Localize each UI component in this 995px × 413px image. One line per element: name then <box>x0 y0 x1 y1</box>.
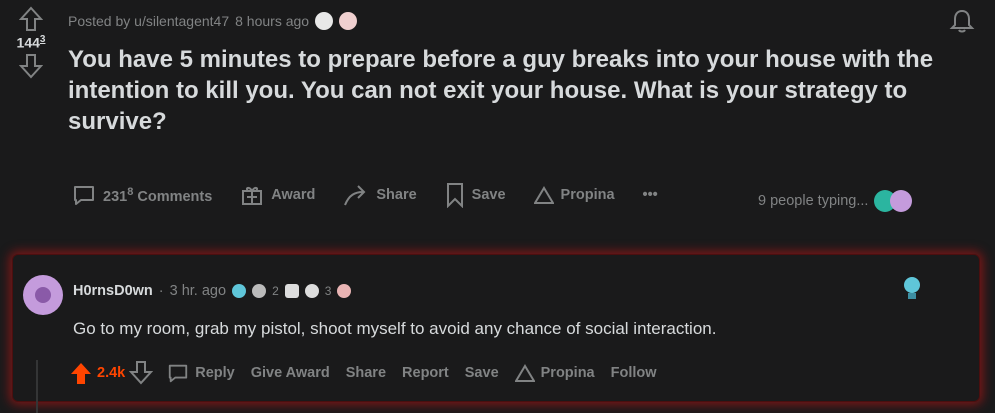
propina-button[interactable]: Propina <box>533 186 615 204</box>
typing-indicator: 9 people typing... <box>758 190 913 212</box>
reply-button[interactable]: Reply <box>167 362 235 384</box>
gift-icon <box>242 187 263 205</box>
lightbulb-icon <box>904 277 920 299</box>
award-icon <box>252 284 267 298</box>
warning-triangle-icon <box>514 364 535 382</box>
downvote-icon[interactable] <box>129 361 154 385</box>
comment-username[interactable]: H0rnsD0wn <box>73 283 153 299</box>
post-vote-column: 1443 <box>8 6 54 79</box>
award-count: 3 <box>324 284 332 298</box>
comment-body: Go to my room, grab my pistol, shoot mys… <box>73 319 717 338</box>
post-title[interactable]: You have 5 minutes to prepare before a g… <box>68 44 978 137</box>
award-count: 2 <box>272 284 279 298</box>
share-icon <box>344 185 366 206</box>
post-actions: 2318 Comments Award Share Save Propina •… <box>72 182 686 208</box>
thread-line[interactable] <box>36 360 38 413</box>
share-button[interactable]: Share <box>343 183 417 207</box>
propina-button[interactable]: Propina <box>514 364 595 382</box>
comment-score: 2.4k <box>97 365 126 381</box>
share-button[interactable]: Share <box>346 365 386 381</box>
award-icon <box>304 284 319 298</box>
comment-meta: H0rnsD0wn · 3 hr. ago 2 3 <box>73 283 352 299</box>
more-options-button[interactable]: ••• <box>643 187 658 203</box>
posted-by[interactable]: Posted by u/silentagent47 <box>68 13 229 29</box>
comment-icon <box>169 364 188 383</box>
post-time: 8 hours ago <box>235 13 310 29</box>
downvote-icon[interactable] <box>19 53 43 79</box>
comments-button[interactable]: 2318 Comments <box>72 183 212 207</box>
follow-button[interactable]: Follow <box>611 365 657 381</box>
award-icon <box>315 12 334 30</box>
warning-triangle-icon <box>533 186 554 204</box>
comment-icon <box>74 186 94 205</box>
award-icon <box>337 284 352 298</box>
save-button[interactable]: Save <box>465 365 499 381</box>
award-icon <box>339 12 358 30</box>
bookmark-icon <box>446 183 463 208</box>
comment-actions: 2.4k Reply Give Award Share Report Save … <box>69 361 673 385</box>
award-button[interactable]: Award <box>240 183 315 207</box>
report-button[interactable]: Report <box>402 365 449 381</box>
save-button[interactable]: Save <box>445 182 506 208</box>
award-icon <box>284 284 299 298</box>
comment-time: 3 hr. ago <box>169 283 227 299</box>
avatar[interactable] <box>23 275 63 315</box>
upvote-icon[interactable] <box>19 6 43 32</box>
post-score: 1443 <box>16 34 46 51</box>
typing-avatar <box>890 190 913 212</box>
award-icon <box>232 284 247 298</box>
upvote-icon[interactable] <box>69 361 93 385</box>
bell-icon[interactable] <box>949 8 975 34</box>
give-award-button[interactable]: Give Award <box>251 365 330 381</box>
highlighted-comment: H0rnsD0wn · 3 hr. ago 2 3 Go to my room,… <box>12 254 980 402</box>
post-card: 1443 Posted by u/silentagent47 8 hours a… <box>0 0 995 240</box>
post-meta: Posted by u/silentagent47 8 hours ago <box>68 12 358 30</box>
